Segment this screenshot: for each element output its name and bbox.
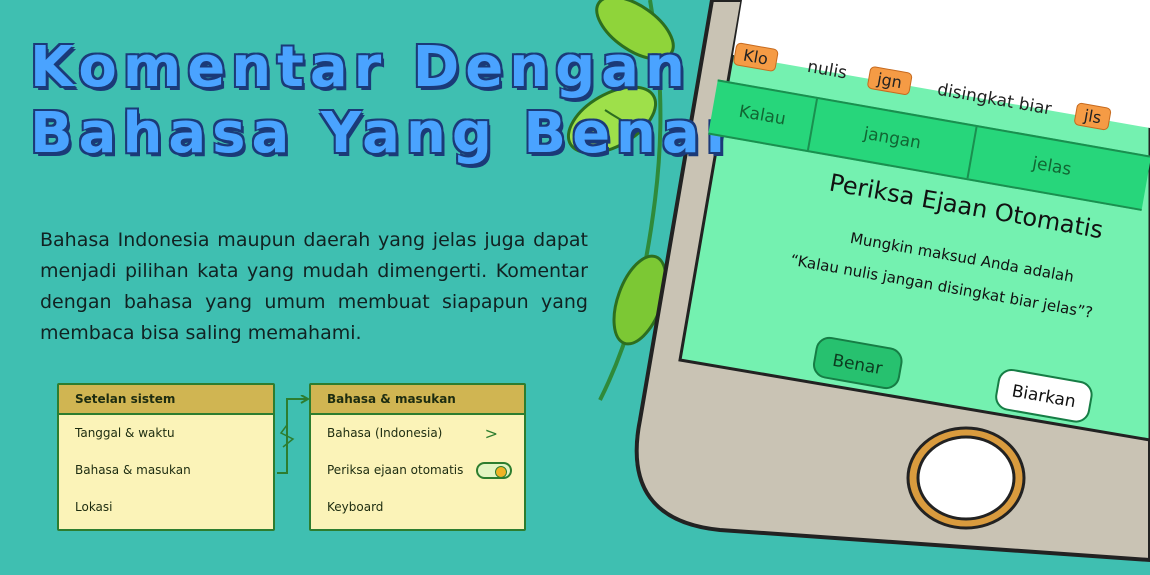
language-item-language[interactable]: Bahasa (Indonesia) > — [311, 415, 524, 452]
connector-arrow-icon — [277, 395, 311, 474]
settings-item-location[interactable]: Lokasi — [59, 489, 273, 526]
language-panel-header: Bahasa & masukan — [311, 385, 524, 415]
phone-screen: Klo nulis jgn disingkat biar jls Kalau j… — [667, 0, 1150, 495]
settings-panel: Setelan sistem Tanggal & waktu Bahasa & … — [57, 383, 275, 531]
language-panel: Bahasa & masukan Bahasa (Indonesia) > Pe… — [309, 383, 526, 531]
title-line-1: Komentar Dengan — [30, 35, 691, 100]
settings-item-date-time[interactable]: Tanggal & waktu — [59, 415, 273, 452]
page-title: Komentar Dengan Bahasa Yang Benar — [30, 35, 739, 167]
settings-panel-header: Setelan sistem — [59, 385, 273, 415]
settings-item-language-input[interactable]: Bahasa & masukan — [59, 452, 273, 489]
toggle-knob — [495, 466, 507, 478]
spellcheck-toggle[interactable] — [476, 462, 512, 479]
language-item-keyboard[interactable]: Keyboard — [311, 489, 524, 526]
chevron-right-icon: > — [484, 424, 498, 443]
typed-word: disingkat biar — [935, 79, 1054, 120]
misspelled-word[interactable]: jgn — [866, 65, 913, 96]
title-line-2: Bahasa Yang Benar — [30, 101, 740, 166]
spellcheck-label: Periksa ejaan otomatis — [327, 463, 464, 477]
language-item-label: Bahasa (Indonesia) — [327, 426, 443, 440]
typed-word: nulis — [805, 56, 849, 84]
language-item-spellcheck[interactable]: Periksa ejaan otomatis — [311, 452, 524, 489]
description-text: Bahasa Indonesia maupun daerah yang jela… — [40, 229, 588, 344]
misspelled-word[interactable]: Klo — [732, 42, 779, 73]
accept-button[interactable]: Benar — [810, 334, 905, 392]
dismiss-button[interactable]: Biarkan — [992, 366, 1095, 425]
misspelled-word[interactable]: jls — [1073, 102, 1113, 131]
